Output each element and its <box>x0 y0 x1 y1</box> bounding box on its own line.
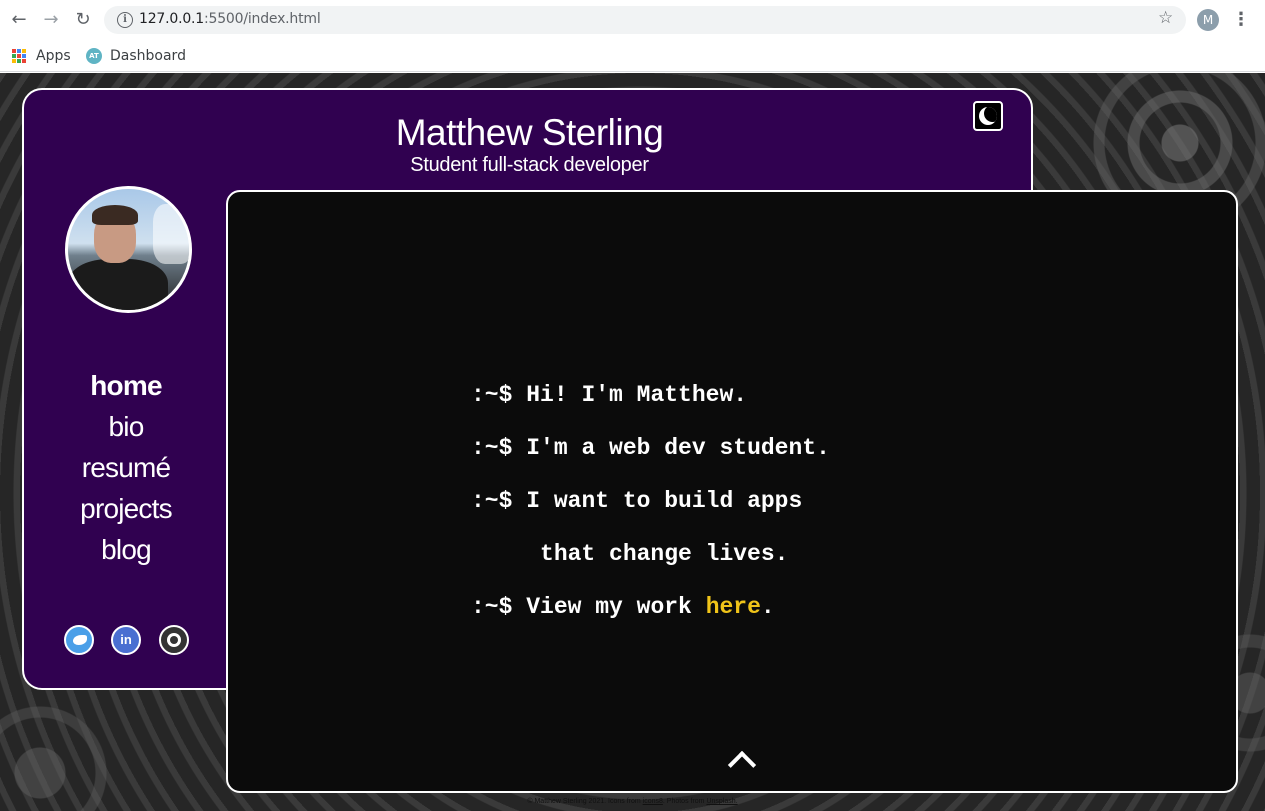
terminal-text: :~$ Hi! I'm Matthew. :~$ I'm a web dev s… <box>471 369 830 634</box>
side-nav: home bio resumé projects blog <box>24 365 228 570</box>
nav-link-blog[interactable]: blog <box>24 529 228 570</box>
terminal-panel: :~$ Hi! I'm Matthew. :~$ I'm a web dev s… <box>226 190 1238 793</box>
menu-kebab-icon[interactable]: ⋮ <box>1232 9 1250 31</box>
back-arrow-icon[interactable]: ← <box>8 9 30 31</box>
terminal-prompt: :~$ <box>471 382 513 408</box>
bookmark-apps-label: Apps <box>36 48 71 64</box>
terminal-prompt: :~$ <box>471 435 513 461</box>
terminal-prompt: :~$ <box>471 594 513 620</box>
apps-grid-icon <box>12 49 26 63</box>
site-title: Matthew Sterling <box>395 112 664 153</box>
terminal-prompt: :~$ <box>471 488 513 514</box>
bookmark-dashboard-label: Dashboard <box>110 48 186 64</box>
avatar <box>65 186 192 313</box>
nav-link-resume[interactable]: resumé <box>24 447 228 488</box>
site-subtitle: Student full-stack developer <box>410 154 649 176</box>
site-info-icon[interactable]: i <box>117 12 133 28</box>
terminal-line: :~$ Hi! I'm Matthew. <box>471 382 748 408</box>
github-icon[interactable] <box>159 625 189 655</box>
icons8-link[interactable]: icons8 <box>643 798 663 805</box>
bookmark-apps[interactable]: Apps <box>12 45 71 67</box>
bookmarks-bar: Apps AT Dashboard <box>0 40 1265 72</box>
profile-avatar[interactable]: M <box>1197 9 1219 31</box>
bookmark-dashboard[interactable]: AT Dashboard <box>86 45 186 67</box>
footer: © Matthew Sterling 2021. Icons from icon… <box>527 798 738 805</box>
terminal-line: :~$ View my work here. <box>471 594 775 620</box>
scroll-up-chevron-icon[interactable] <box>726 749 756 769</box>
forward-arrow-icon[interactable]: → <box>40 9 62 31</box>
unsplash-link[interactable]: Unsplash. <box>706 798 737 805</box>
reload-icon[interactable]: ↻ <box>72 9 94 31</box>
url-path: :5500/index.html <box>204 11 321 27</box>
moon-icon <box>979 107 997 125</box>
nav-link-projects[interactable]: projects <box>24 488 228 529</box>
browser-toolbar: ← → ↻ i 127.0.0.1:5500/index.html ☆ M ⋮ <box>0 0 1265 40</box>
dashboard-icon: AT <box>86 48 102 64</box>
url-text[interactable]: 127.0.0.1:5500/index.html <box>139 11 321 27</box>
terminal-line: :~$ I'm a web dev student. <box>471 435 830 461</box>
nav-link-bio[interactable]: bio <box>24 406 228 447</box>
twitter-icon[interactable] <box>64 625 94 655</box>
social-links: in <box>24 625 228 655</box>
linkedin-icon[interactable]: in <box>111 625 141 655</box>
view-work-link[interactable]: here <box>706 594 761 620</box>
url-host: 127.0.0.1 <box>139 11 204 27</box>
terminal-line: that change lives. <box>540 541 789 567</box>
bookmark-star-icon[interactable]: ☆ <box>1158 8 1173 28</box>
nav-link-home[interactable]: home <box>24 365 228 406</box>
theme-toggle-button[interactable] <box>973 101 1003 131</box>
address-bar[interactable]: i 127.0.0.1:5500/index.html <box>104 6 1186 34</box>
terminal-line: :~$ I want to build apps <box>471 488 803 514</box>
page-viewport: Matthew Sterling Student full-stack deve… <box>0 73 1265 811</box>
